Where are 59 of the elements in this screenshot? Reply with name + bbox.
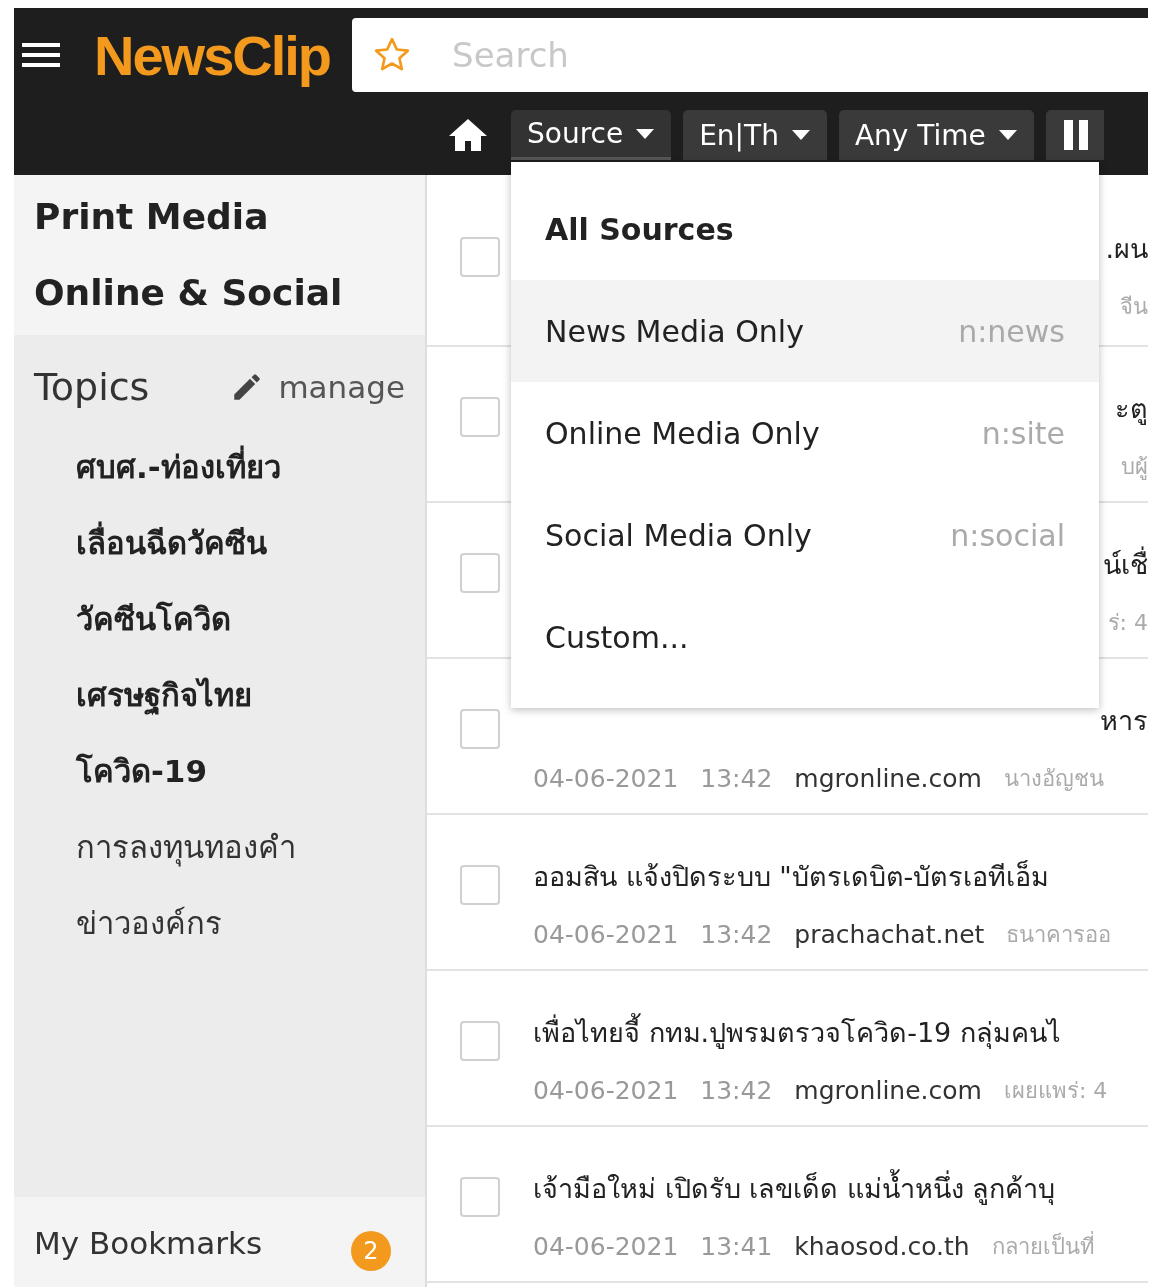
article-time: 13:42	[700, 919, 773, 951]
article-time: 13:42	[700, 763, 773, 795]
checkbox[interactable]	[460, 553, 500, 593]
topic-item[interactable]: เลื่อนฉีดวัคซีน	[34, 505, 405, 581]
checkbox[interactable]	[460, 709, 500, 749]
article-source: khaosod.co.th	[794, 1231, 970, 1263]
article-source: mgronline.com	[794, 763, 982, 795]
checkbox[interactable]	[460, 1177, 500, 1217]
topic-item[interactable]: ศบศ.-ท่องเที่ยว	[34, 429, 405, 505]
count-badge: 2	[351, 1231, 391, 1271]
favorite-button[interactable]	[352, 18, 433, 92]
pause-button[interactable]	[1045, 110, 1104, 160]
checkbox[interactable]	[460, 397, 500, 437]
article-source: prachachat.net	[794, 919, 985, 951]
manage-link[interactable]: manage	[230, 369, 405, 405]
bookmarks-item[interactable]: My Bookmarks 2	[14, 1197, 425, 1287]
article-title[interactable]: เจ้ามือใหม่ เปิดรับ เลขเด็ด แม่น้ำหนึ่ง ลูกค้าบุ	[533, 1167, 1148, 1211]
article-date: 04-06-2021	[533, 1075, 679, 1107]
article-snippet: จีน	[1120, 293, 1148, 321]
menu-item[interactable]: Online Media Only n:site	[511, 382, 1099, 484]
home-icon[interactable]	[447, 117, 489, 153]
article-snippet: ร่: 4	[1107, 609, 1148, 637]
sidebar-item[interactable]: Print Media	[34, 189, 405, 245]
menu-icon[interactable]	[22, 41, 60, 69]
menu-item[interactable]: News Media Only n:news	[511, 280, 1099, 382]
article-title[interactable]: เพื่อไทยจี้ กทม.ปูพรมตรวจโควิด-19 กลุ่มคนไ	[533, 1011, 1148, 1055]
topic-item[interactable]: ข่าวองค์กร	[34, 885, 405, 961]
topic-item[interactable]: วัคซีนโควิด	[34, 581, 405, 657]
filter-dropdown[interactable]: Any Time	[838, 110, 1034, 160]
caret-icon	[790, 129, 811, 141]
pause-icon	[1063, 120, 1090, 150]
topic-item[interactable]: โควิด-19	[34, 733, 405, 809]
logo[interactable]: NewsClip	[94, 22, 331, 88]
topics-heading: Topics	[34, 365, 150, 409]
sidebar-item[interactable]: Online & Social	[34, 265, 405, 321]
article-date: 04-06-2021	[533, 919, 679, 951]
menu-item[interactable]: Custom...	[511, 586, 1099, 688]
article-time: 13:41	[700, 1231, 773, 1263]
article-date: 04-06-2021	[533, 1231, 679, 1263]
menu-item[interactable]: All Sources	[511, 178, 1099, 280]
article-snippet: เผยแพร่: 4	[1003, 1077, 1108, 1105]
topic-item[interactable]: การลงทุนทองคำ	[34, 809, 405, 885]
filter-dropdown[interactable]: Source	[511, 110, 672, 160]
topic-item[interactable]: เศรษฐกิจไทย	[34, 657, 405, 733]
article-source: mgronline.com	[794, 1075, 982, 1107]
caret-icon	[997, 129, 1018, 141]
article-snippet: บผู้	[1121, 453, 1148, 482]
article-time: 13:42	[700, 1075, 773, 1107]
checkbox[interactable]	[460, 865, 500, 905]
filter-dropdown[interactable]: En|Th	[683, 110, 827, 160]
article-title[interactable]: ออมสิน แจ้งปิดระบบ "บัตรเดบิต-บัตรเอทีเอ็ม	[533, 855, 1148, 899]
article-snippet: นางอัญชน	[1003, 765, 1104, 793]
article-date: 04-06-2021	[533, 763, 679, 795]
article-snippet: กลายเป็นที่	[991, 1225, 1095, 1269]
checkbox[interactable]	[460, 1021, 500, 1061]
caret-icon	[635, 127, 656, 140]
article-snippet: ธนาคารออ	[1006, 921, 1112, 949]
menu-item[interactable]: Social Media Only n:social	[511, 484, 1099, 586]
checkbox[interactable]	[460, 237, 500, 277]
